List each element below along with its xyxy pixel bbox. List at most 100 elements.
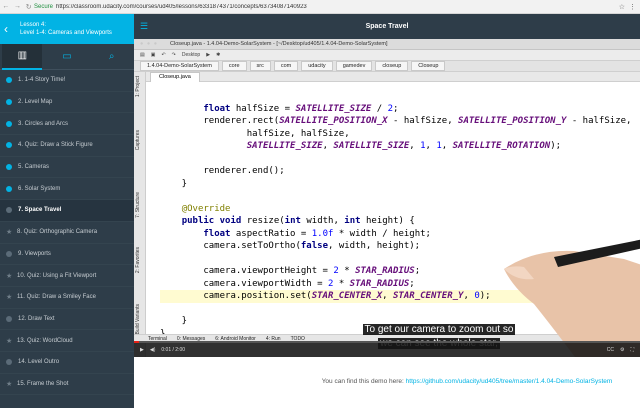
concept-label: 9. Viewports [18, 250, 51, 257]
fullscreen-icon[interactable]: ⛶ [630, 347, 634, 353]
address-bar[interactable]: https://classroom.udacity.com/courses/ud… [56, 4, 619, 10]
back-arrow-icon[interactable]: ← [2, 3, 9, 11]
completed-check-icon [6, 120, 12, 127]
reload-icon[interactable]: ↻ [26, 3, 32, 11]
tool-window-label: 1: Project [135, 76, 141, 98]
search-icon: ⌕ [108, 51, 115, 62]
tool-window-strip: 1: Project Captures 7: Structure 2: Favorit… [134, 72, 146, 357]
star-icon[interactable]: ☆ [619, 3, 625, 11]
concept-label: 14. Level Outro [18, 359, 60, 366]
lesson-title: Level 1-4: Cameras and Viewports [20, 30, 112, 36]
completed-check-icon [6, 99, 12, 106]
concept-list: 1. 1-4 Story Time! 2. Level Map 3. Circles… [0, 70, 134, 396]
code-line: renderer.rect(SATELLITE_POSITION_X - hal… [160, 116, 632, 126]
video-time: 0:01 / 2:00 [161, 347, 186, 353]
tab-resources[interactable]: ▭ [47, 44, 87, 70]
folder-icon: ▭ [62, 51, 72, 62]
ide-window-title: Closeup.java - 1.4.04-Demo-SolarSystem -… [170, 41, 388, 47]
subtitle-line-1: To get our camera to zoom out so [362, 324, 516, 335]
completed-check-icon [6, 185, 12, 192]
main-content: ☰ Space Travel ● ● ● Closeup.java - 1.4.… [134, 14, 640, 408]
secure-label: Secure [34, 3, 54, 10]
debug-icon: ✱ [216, 52, 221, 58]
menu-icon[interactable]: ⋮ [629, 3, 636, 11]
redo-icon: ↷ [171, 52, 176, 58]
hamburger-menu-icon[interactable]: ☰ [134, 21, 154, 32]
demo-note: You can find this demo here: https://git… [134, 378, 640, 385]
lesson-label: Lesson 4: [20, 22, 47, 28]
concept-label: 1. 1-4 Story Time! [18, 77, 66, 84]
tab-search[interactable]: ⌕ [92, 44, 132, 70]
folder-open-icon: ▤ [140, 52, 145, 58]
status-dot-icon [6, 207, 12, 214]
code-line: renderer.end(); [160, 166, 285, 176]
volume-icon[interactable]: ◀) [150, 347, 156, 353]
status-dot-icon [6, 315, 12, 322]
breadcrumb-item: udacity [301, 61, 333, 71]
settings-icon[interactable]: ⚙ [620, 347, 624, 353]
sidebar-item-concept[interactable]: ★ 15. Frame the Shot [0, 374, 134, 396]
book-icon: ▥ [17, 50, 28, 61]
ide-titlebar: ● ● ● Closeup.java - 1.4.04-Demo-SolarSy… [134, 39, 640, 50]
quiz-star-icon: ★ [6, 294, 13, 302]
sidebar-item-concept[interactable]: 3. Circles and Arcs [0, 113, 134, 136]
tab-concepts[interactable]: ▥ [2, 43, 43, 70]
quiz-star-icon: ★ [6, 337, 13, 345]
tool-window-label: 2: Favorites [135, 247, 141, 274]
file-tab: Closeup.java [150, 72, 200, 82]
sidebar-item-concept[interactable]: 1. 1-4 Story Time! [0, 70, 134, 92]
lesson-titles: Lesson 4: Level 1-4: Cameras and Viewpor… [20, 21, 112, 37]
sidebar-item-concept[interactable]: 12. Draw Text [0, 309, 134, 331]
sidebar-item-concept[interactable]: 4. Quiz: Draw a Stick Figure [0, 135, 134, 157]
top-bar: ☰ Space Travel [134, 14, 640, 39]
quiz-star-icon: ★ [6, 272, 13, 280]
window-controls-icon: ● ● ● [140, 41, 159, 47]
concept-label: 2. Level Map [18, 99, 53, 106]
browser-extensions: ☆ ⋮ [619, 3, 636, 11]
tool-window-label: 7: Structure [135, 192, 141, 218]
sidebar-item-concept[interactable]: ★ 11. Quiz: Draw a Smiley Face [0, 287, 134, 309]
sidebar-item-concept[interactable]: 14. Level Outro [0, 352, 134, 374]
concept-label: 8. Quiz: Orthographic Camera [17, 229, 98, 236]
code-line: float halfSize = SATELLITE_SIZE / 2; [203, 103, 399, 114]
sidebar-item-concept[interactable]: ★ 8. Quiz: Orthographic Camera [0, 222, 134, 244]
code-line: SATELLITE_SIZE, SATELLITE_SIZE, 1, 1, SA… [246, 141, 562, 151]
run-icon: ▶ [206, 52, 211, 58]
concept-label: 10. Quiz: Using a Fit Viewport [17, 272, 97, 279]
sidebar-item-concept[interactable]: ★ 10. Quiz: Using a Fit Viewport [0, 265, 134, 287]
classroom-page: ‹ Lesson 4: Level 1-4: Cameras and Viewp… [0, 14, 640, 408]
ide-breadcrumb: 1.4.04-Demo-SolarSystem core src com udacity… [134, 61, 640, 72]
completed-check-icon [6, 142, 12, 149]
video-player[interactable]: ● ● ● Closeup.java - 1.4.04-Demo-SolarSy… [134, 39, 640, 357]
cc-icon[interactable]: CC [607, 347, 614, 353]
demo-note-prefix: You can find this demo here: [321, 378, 406, 385]
sidebar-item-concept[interactable]: 6. Solar System [0, 178, 134, 201]
sidebar-item-concept[interactable]: 2. Level Map [0, 92, 134, 114]
play-icon[interactable]: ▶ [140, 347, 144, 353]
tool-window-label: Captures [135, 130, 141, 151]
undo-icon: ↶ [161, 52, 166, 58]
forward-arrow-icon[interactable]: → [14, 3, 21, 11]
back-chevron-icon[interactable]: ‹ [4, 22, 16, 36]
breadcrumb-item: Closeup [411, 61, 446, 71]
concept-label: 15. Frame the Shot [17, 380, 69, 387]
completed-check-icon [6, 77, 12, 84]
breadcrumb-item: gamedev [335, 61, 373, 71]
breadcrumb-item: 1.4.04-Demo-SolarSystem [140, 61, 219, 71]
sidebar-item-concept[interactable]: 9. Viewports [0, 244, 134, 266]
concept-label: 12. Draw Text [18, 315, 55, 322]
sidebar-item-concept[interactable]: ★ 13. Quiz: WordCloud [0, 330, 134, 352]
demo-link[interactable]: https://github.com/udacity/ud405/tree/ma… [406, 378, 613, 385]
video-controls: ▶ ◀) 0:01 / 2:00 CC ⚙ ⛶ [134, 343, 640, 357]
lesson-header: ‹ Lesson 4: Level 1-4: Cameras and Viewp… [0, 14, 134, 44]
concept-label: 7. Space Travel [18, 207, 62, 214]
file-tabs: Closeup.java [146, 72, 640, 82]
concept-label: 13. Quiz: WordCloud [17, 337, 73, 344]
breadcrumb-item: src [249, 61, 271, 71]
sidebar-item-concept[interactable]: 7. Space Travel [0, 200, 134, 222]
below-video: You can find this demo here: https://git… [134, 357, 640, 408]
status-dot-icon [6, 359, 12, 366]
sidebar-item-concept[interactable]: 5. Cameras [0, 157, 134, 179]
